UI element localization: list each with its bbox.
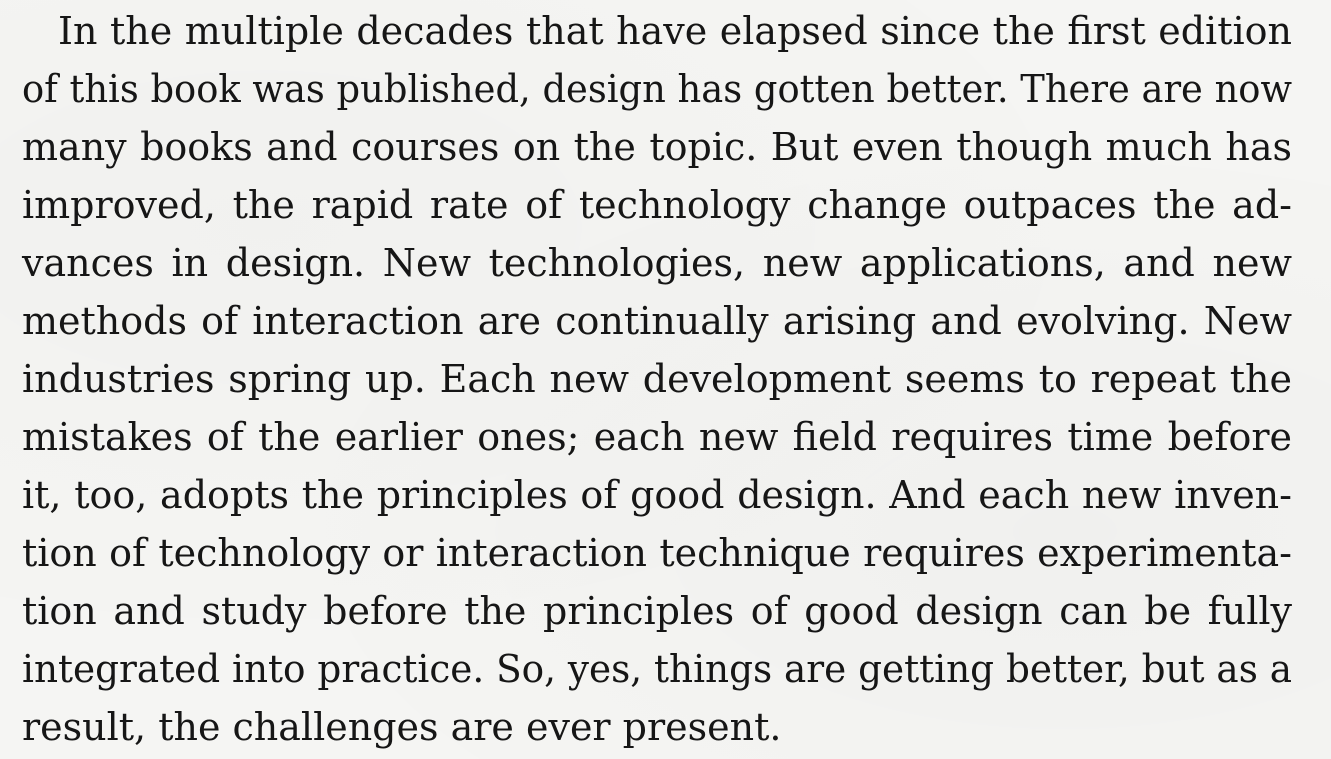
scanned-page: In the multiple decades that have elapse… <box>0 0 1331 759</box>
text-line: methods of interaction are continually a… <box>22 299 1292 343</box>
text-line: of this book was published, design has g… <box>22 67 1293 111</box>
text-line: integrated into practice. So, yes, thing… <box>22 647 1292 691</box>
text-line: it, too, adopts the principles of good d… <box>22 473 1292 517</box>
text-line: result, the challenges are ever present. <box>22 705 782 749</box>
text-line: tion and study before the principles of … <box>22 589 1292 633</box>
text-line: In the multiple decades that have elapse… <box>58 9 1292 53</box>
text-line: improved, the rapid rate of technology c… <box>22 183 1292 227</box>
text-line: tion of technology or interaction techni… <box>22 531 1292 575</box>
text-line: industries spring up. Each new developme… <box>22 357 1292 401</box>
text-line: mistakes of the earlier ones; each new f… <box>22 415 1292 459</box>
text-line: many books and courses on the topic. But… <box>22 125 1292 169</box>
text-line: vances in design. New technologies, new … <box>22 241 1292 285</box>
